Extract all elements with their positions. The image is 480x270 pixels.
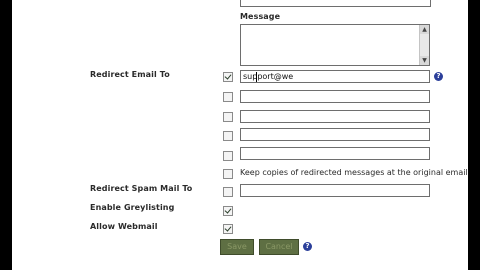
scroll-down-icon[interactable]: ▼: [420, 56, 429, 65]
message-label: Message: [240, 12, 281, 21]
message-textarea[interactable]: ▲ ▼: [240, 24, 430, 66]
buttons-help-icon[interactable]: ?: [303, 242, 312, 251]
webmail-checkbox[interactable]: [223, 224, 233, 234]
redirect-email-input-4[interactable]: [240, 128, 430, 141]
greylisting-label: Enable Greylisting: [90, 203, 175, 212]
redirect-checkbox-5[interactable]: [223, 151, 233, 161]
redirect-checkbox-3[interactable]: [223, 112, 233, 122]
redirect-help-icon[interactable]: ?: [434, 72, 443, 81]
text-cursor-icon: [256, 72, 257, 82]
redirect-email-label: Redirect Email To: [90, 70, 170, 79]
cancel-button[interactable]: Cancel: [259, 239, 299, 255]
redirect-email-checkbox[interactable]: [223, 72, 233, 82]
redirect-email-input-3[interactable]: [240, 110, 430, 123]
redirect-checkbox-4[interactable]: [223, 131, 233, 141]
redirect-email-input-5[interactable]: [240, 147, 430, 160]
redirect-spam-checkbox[interactable]: [223, 187, 233, 197]
redirect-checkbox-2[interactable]: [223, 92, 233, 102]
save-button[interactable]: Save: [220, 239, 254, 255]
redirect-spam-label: Redirect Spam Mail To: [90, 184, 193, 193]
scroll-up-icon[interactable]: ▲: [420, 25, 429, 34]
message-scrollbar[interactable]: ▲ ▼: [419, 25, 429, 65]
redirect-email-input-1[interactable]: support@we: [240, 70, 430, 83]
form-panel: Message ▲ ▼ Redirect Email To support@we…: [12, 0, 468, 270]
redirect-email-input-2[interactable]: [240, 90, 430, 103]
keep-copies-label: Keep copies of redirected messages at th…: [240, 168, 468, 177]
previous-field-bottom[interactable]: [240, 0, 431, 7]
webmail-label: Allow Webmail: [90, 222, 158, 231]
redirect-spam-input[interactable]: [240, 184, 430, 197]
keep-copies-checkbox[interactable]: [223, 169, 233, 179]
greylisting-checkbox[interactable]: [223, 206, 233, 216]
